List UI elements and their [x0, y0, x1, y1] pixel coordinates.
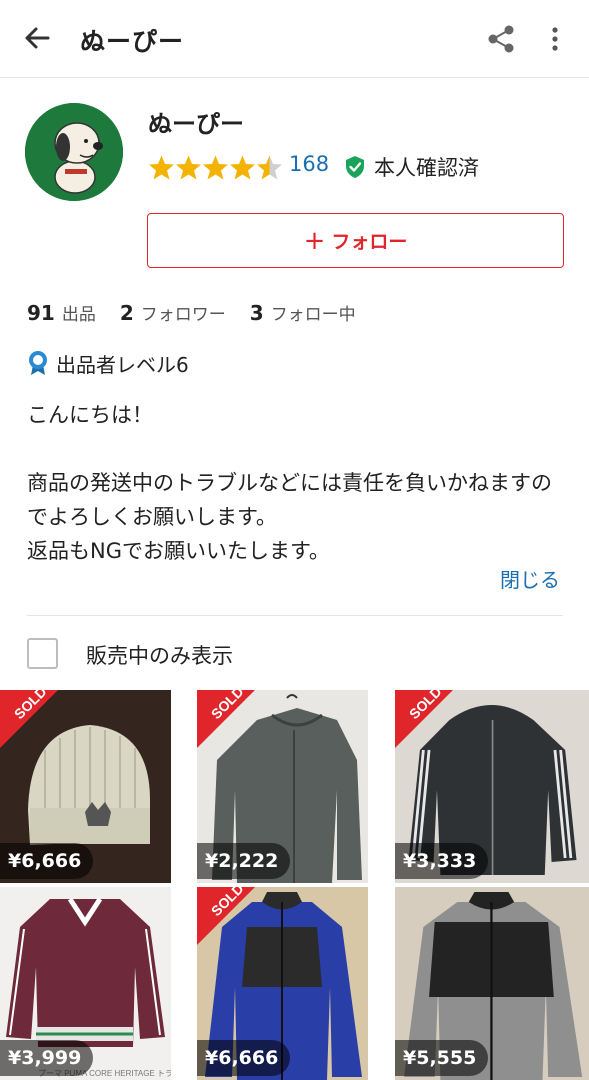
stat-label: 出品 [61, 305, 96, 325]
divider [27, 615, 563, 616]
sold-ribbon: SOLD [197, 690, 255, 748]
user-name: ぬーぴー [148, 110, 244, 138]
verified-shield-icon [346, 156, 364, 178]
item-price: ¥6,666 [0, 843, 94, 879]
item-price: ¥5,555 [395, 1040, 489, 1076]
on-sale-only-label[interactable]: 販売中のみ表示 [86, 640, 233, 670]
app-bar: ぬーぴー [0, 0, 589, 78]
star-icon [203, 155, 228, 179]
profile-stats: 91 出品 2 フォロワー 3 フォロー中 [27, 300, 380, 325]
star-icon [149, 155, 174, 179]
item-tile[interactable]: ¥5,555 [395, 887, 589, 1080]
share-icon[interactable] [484, 22, 518, 56]
item-price: ¥3,333 [395, 843, 489, 879]
rating-count[interactable]: 168 [289, 152, 329, 176]
rating-stars [148, 153, 283, 181]
stat-label: フォロワー [140, 305, 226, 325]
item-grid: SOLD ¥6,666 SOLD ¥2,222 SOLD ¥3,333 CORE… [0, 690, 589, 1080]
on-sale-only-checkbox[interactable] [27, 638, 58, 669]
sold-ribbon: SOLD [0, 690, 58, 748]
seller-level[interactable]: 出品者レベル6 [56, 349, 189, 378]
avatar[interactable] [25, 103, 123, 201]
close-bio-link[interactable]: 閉じる [500, 564, 560, 593]
profile-bio: こんにちは！ 商品の発送中のトラブルなどには責任を負いかねますのでよろしくお願い… [27, 403, 552, 563]
sold-ribbon: SOLD [197, 887, 255, 945]
item-price: ¥6,666 [197, 1040, 291, 1076]
stat-followers[interactable]: 2 フォロワー [120, 300, 226, 325]
stat-label: フォロー中 [270, 305, 356, 325]
item-tile[interactable]: プーマ PUMA CORE HERITAGE トラックジャケット… ¥3,999 [0, 887, 171, 1080]
item-tile[interactable]: SOLD ¥3,333 [395, 690, 589, 883]
plus-icon: + [303, 225, 326, 256]
more-vert-icon[interactable] [540, 22, 570, 56]
stat-listings[interactable]: 91 出品 [27, 300, 96, 325]
item-tile[interactable]: SOLD ¥2,222 [197, 690, 368, 883]
item-price: ¥2,222 [197, 843, 291, 879]
follow-button[interactable]: + フォロー [147, 213, 564, 268]
sold-ribbon: SOLD [395, 690, 453, 748]
follow-button-label: フォロー [331, 231, 408, 253]
stat-value: 91 [27, 301, 55, 325]
back-arrow-icon[interactable] [18, 20, 58, 56]
star-icon [257, 155, 282, 179]
item-tile[interactable]: SOLD ¥6,666 [0, 690, 171, 883]
stat-value: 3 [249, 301, 264, 325]
star-icon [230, 155, 255, 179]
item-price: ¥3,999 [0, 1040, 94, 1076]
star-icon [176, 155, 201, 179]
item-tile[interactable]: SOLD ¥6,666 [197, 887, 368, 1080]
snoopy-avatar-icon [25, 103, 123, 201]
page-title: ぬーぴー [80, 27, 185, 56]
stat-following[interactable]: 3 フォロー中 [250, 300, 356, 325]
stat-value: 2 [119, 301, 134, 325]
verified-label: 本人確認済 [374, 156, 479, 180]
seller-level-badge-icon [29, 351, 47, 375]
